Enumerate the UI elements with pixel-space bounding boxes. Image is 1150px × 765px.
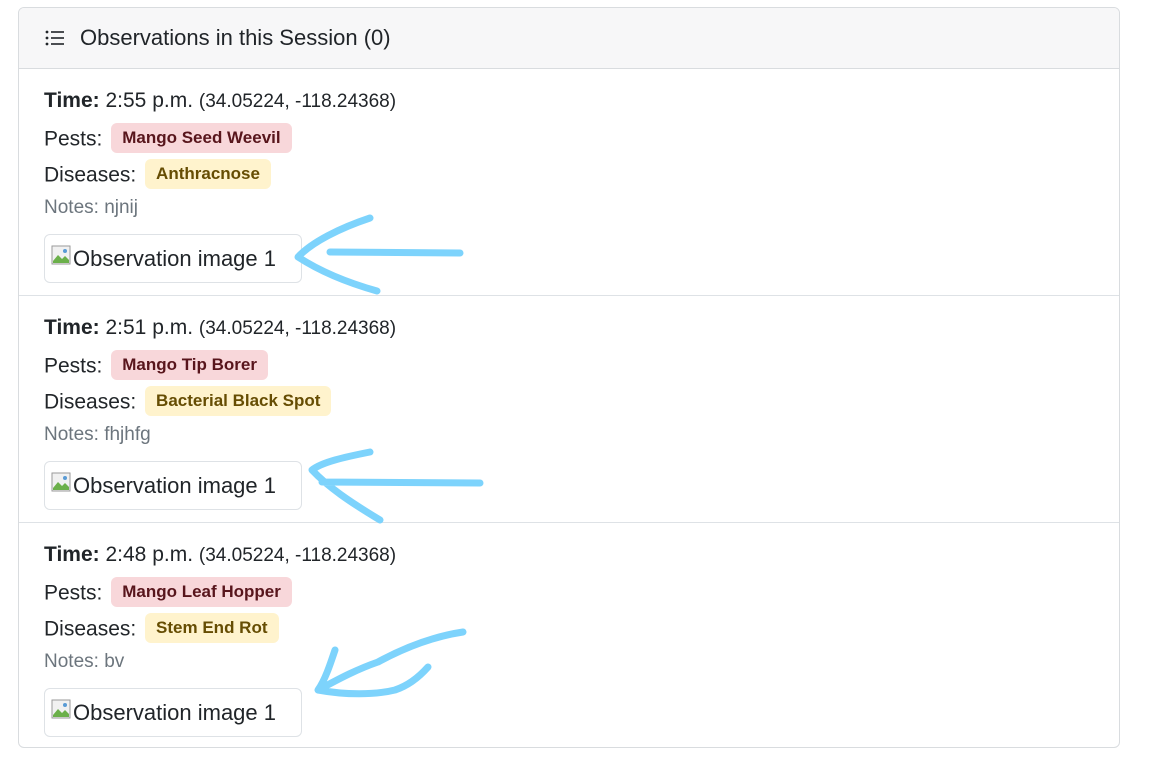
pests-row: Pests: Mango Seed Weevil	[44, 123, 292, 155]
pests-row: Pests: Mango Tip Borer	[44, 350, 268, 382]
observation-item: Time: 2:48 p.m. (34.05224, -118.24368) P…	[19, 523, 1119, 747]
image-alt-text: Observation image 1	[73, 699, 276, 725]
pest-badge: Mango Seed Weevil	[111, 123, 292, 153]
pests-label: Pests:	[44, 127, 103, 151]
observation-time: 2:55 p.m.	[105, 89, 194, 112]
pest-badge: Mango Tip Borer	[111, 350, 268, 380]
disease-badge: Stem End Rot	[145, 613, 279, 643]
observation-image[interactable]: Observation image 1	[44, 688, 302, 737]
observation-image[interactable]: Observation image 1	[44, 234, 302, 283]
diseases-row: Diseases: Anthracnose	[44, 159, 271, 191]
diseases-label: Diseases:	[44, 617, 137, 641]
diseases-label: Diseases:	[44, 163, 137, 187]
card-header: Observations in this Session (0)	[19, 8, 1119, 69]
observation-notes: Notes: fhjhfg	[44, 424, 151, 445]
observation-notes: Notes: njnij	[44, 197, 138, 218]
observation-time-row: Time: 2:48 p.m. (34.05224, -118.24368)	[44, 543, 396, 568]
disease-badge: Bacterial Black Spot	[145, 386, 332, 416]
observation-image[interactable]: Observation image 1	[44, 461, 302, 510]
observation-item: Time: 2:55 p.m. (34.05224, -118.24368) P…	[19, 69, 1119, 296]
list-icon	[45, 30, 64, 46]
observation-notes: Notes: bv	[44, 651, 125, 672]
pests-label: Pests:	[44, 354, 103, 378]
time-label: Time:	[44, 316, 100, 339]
image-alt-text: Observation image 1	[73, 472, 276, 498]
observation-coordinates: (34.05224, -118.24368)	[198, 318, 397, 339]
observation-coordinates: (34.05224, -118.24368)	[198, 545, 397, 566]
time-label: Time:	[44, 543, 100, 566]
pest-badge: Mango Leaf Hopper	[111, 577, 292, 607]
observations-card: Observations in this Session (0) Time: 2…	[18, 7, 1120, 748]
image-alt-text: Observation image 1	[73, 245, 276, 271]
diseases-row: Diseases: Stem End Rot	[44, 613, 279, 645]
card-title: Observations in this Session (0)	[80, 25, 391, 50]
time-label: Time:	[44, 89, 100, 112]
observation-item: Time: 2:51 p.m. (34.05224, -118.24368) P…	[19, 296, 1119, 523]
diseases-row: Diseases: Bacterial Black Spot	[44, 386, 332, 418]
observation-time-row: Time: 2:51 p.m. (34.05224, -118.24368)	[44, 316, 396, 341]
broken-image-icon	[51, 245, 71, 264]
broken-image-icon	[51, 699, 71, 718]
observation-coordinates: (34.05224, -118.24368)	[198, 91, 397, 112]
pests-label: Pests:	[44, 581, 103, 605]
observation-time-row: Time: 2:55 p.m. (34.05224, -118.24368)	[44, 89, 396, 114]
broken-image-icon	[51, 472, 71, 491]
observation-time: 2:51 p.m.	[105, 316, 194, 339]
diseases-label: Diseases:	[44, 390, 137, 414]
observation-time: 2:48 p.m.	[105, 543, 194, 566]
disease-badge: Anthracnose	[145, 159, 271, 189]
pests-row: Pests: Mango Leaf Hopper	[44, 577, 292, 609]
